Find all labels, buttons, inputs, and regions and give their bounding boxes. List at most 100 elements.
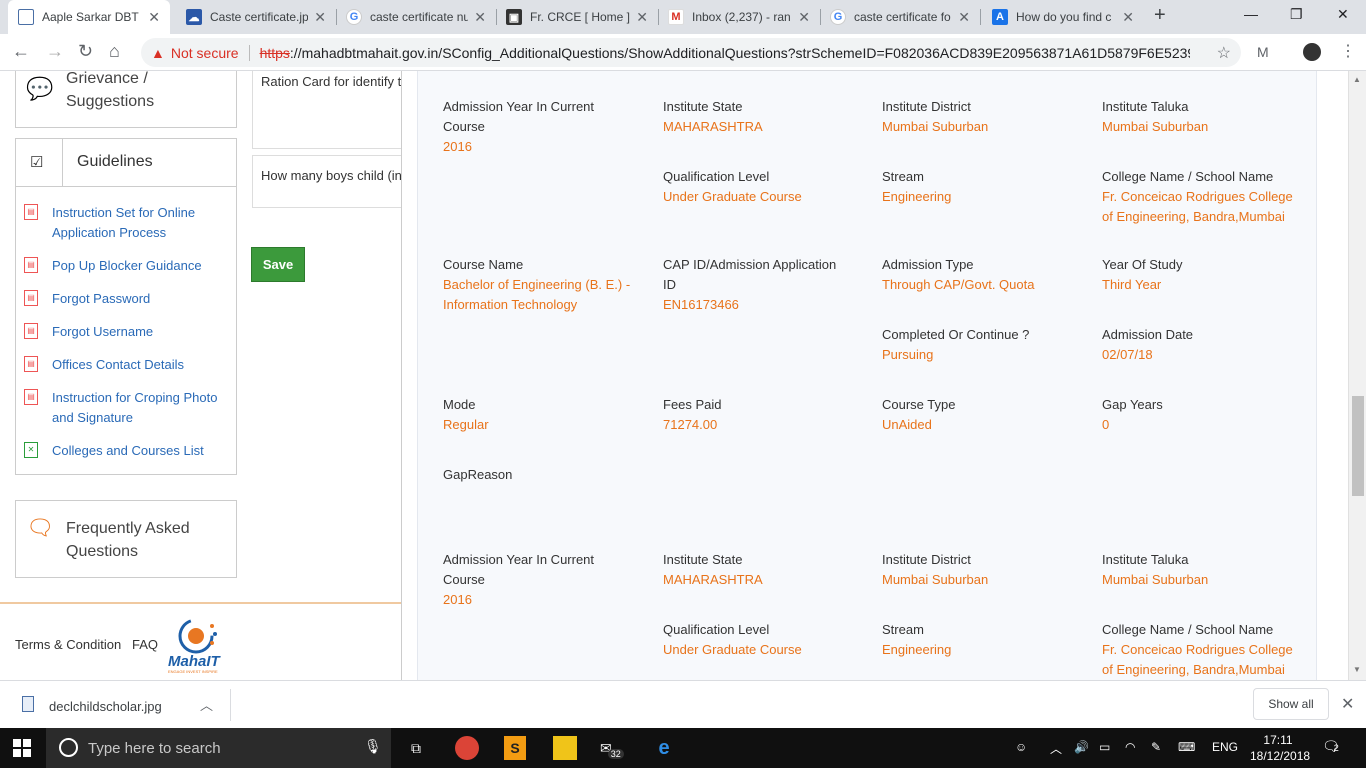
volume-icon[interactable]: 🔊 — [1074, 740, 1089, 754]
faq-box[interactable]: 🗨 Frequently Asked Questions — [15, 500, 237, 578]
guidelines-box: ☑ Guidelines ▤ Instruction Set for Onlin… — [15, 138, 237, 475]
url-text: ://mahadbtmahait.gov.in/SConfig_Addition… — [289, 44, 1190, 61]
people-icon[interactable]: ☺ — [1015, 740, 1027, 754]
question-text: Ration Card for identify t — [261, 74, 402, 89]
field-stream: Stream Engineering — [882, 169, 952, 204]
home-icon[interactable]: ⌂ — [109, 41, 120, 62]
field-qualification-level: Qualification Level Under Graduate Cours… — [663, 622, 802, 657]
scroll-down-arrow-icon[interactable]: ▼ — [1353, 665, 1361, 674]
course-details-modal: Admission Year In Current Course 2016 In… — [401, 71, 1332, 680]
guideline-item-colleges-courses[interactable]: ✕ Colleges and Courses List — [24, 441, 204, 461]
reload-icon[interactable]: ↻ — [78, 41, 93, 62]
notification-center-icon[interactable]: 🗨2 — [1322, 738, 1340, 755]
chevron-up-icon[interactable]: ︿ — [1050, 740, 1062, 757]
question-text: How many boys child (in — [261, 168, 402, 183]
task-view-icon[interactable]: ⧉ — [404, 736, 428, 760]
close-icon[interactable]: ✕ — [148, 9, 160, 26]
close-icon[interactable]: ✕ — [1122, 9, 1134, 26]
close-icon[interactable]: ✕ — [314, 9, 326, 26]
pdf-icon: ▤ — [24, 356, 38, 372]
guideline-link[interactable]: Offices Contact Details — [52, 355, 184, 375]
pen-icon[interactable]: ✎ — [1151, 740, 1161, 754]
guideline-item-forgot-password[interactable]: ▤ Forgot Password — [24, 289, 150, 309]
faq-link[interactable]: FAQ — [132, 637, 158, 652]
tab-how-do-you-find[interactable]: A How do you find c ✕ — [982, 0, 1144, 34]
guideline-item-forgot-username[interactable]: ▤ Forgot Username — [24, 322, 153, 342]
field-gap-reason: GapReason — [443, 467, 513, 482]
guideline-link[interactable]: Pop Up Blocker Guidance — [52, 256, 202, 276]
wifi-icon[interactable]: ◠ — [1125, 740, 1135, 754]
keyboard-icon[interactable]: ⌨ — [1178, 740, 1195, 754]
excel-icon: ✕ — [24, 442, 38, 458]
chrome-icon[interactable] — [455, 736, 479, 760]
field-course-name: Course Name Bachelor of Engineering (B. … — [443, 257, 631, 312]
tab-title: caste certificate fo — [854, 10, 951, 24]
tab-aaple-sarkar[interactable]: Aaple Sarkar DBT ✕ — [8, 0, 170, 34]
close-icon[interactable]: ✕ — [1341, 694, 1354, 714]
search-placeholder: Type here to search — [88, 740, 221, 757]
close-icon[interactable]: ✕ — [474, 9, 486, 26]
guideline-item-popup-blocker[interactable]: ▤ Pop Up Blocker Guidance — [24, 256, 202, 276]
guideline-link[interactable]: Forgot Password — [52, 289, 150, 309]
terms-link[interactable]: Terms & Condition — [15, 637, 121, 652]
show-all-button[interactable]: Show all — [1253, 688, 1329, 720]
tab-title: Aaple Sarkar DBT — [42, 10, 139, 24]
field-institute-state: Institute State MAHARASHTRA — [663, 552, 763, 587]
back-arrow-icon[interactable]: ← — [12, 41, 30, 62]
field-stream: Stream Engineering — [882, 622, 952, 657]
menu-dots-icon[interactable]: ⋮ — [1340, 41, 1356, 61]
scrollbar-thumb[interactable] — [1352, 396, 1364, 496]
tab-fr-crce-home[interactable]: ▣ Fr. CRCE [ Home ] ✕ — [496, 0, 658, 34]
sublime-text-icon[interactable]: S — [504, 736, 526, 760]
save-button[interactable]: Save — [251, 247, 305, 282]
taskbar-clock[interactable]: 17:11 18/12/2018 — [1250, 732, 1310, 764]
tab-separator — [980, 9, 981, 25]
guideline-link[interactable]: Instruction Set for Online Application P… — [52, 203, 195, 243]
download-filename[interactable]: declchildscholar.jpg — [49, 699, 162, 714]
tab-caste-certificate-nu[interactable]: G caste certificate nu ✕ — [336, 0, 496, 34]
guideline-link[interactable]: Instruction for Croping Photo and Signat… — [52, 388, 217, 428]
new-tab-button[interactable]: + — [1154, 4, 1166, 27]
language-indicator[interactable]: ENG — [1212, 740, 1238, 754]
restore-icon[interactable]: ❐ — [1290, 6, 1303, 23]
gmail-extension-icon[interactable]: M — [1257, 44, 1269, 60]
close-icon[interactable]: ✕ — [798, 9, 810, 26]
guideline-link[interactable]: Colleges and Courses List — [52, 441, 204, 461]
bookmark-star-icon[interactable]: ☆ — [1217, 43, 1231, 63]
mail-icon[interactable]: ✉ 32 — [600, 736, 632, 760]
taskbar-search-box[interactable]: Type here to search 🎙 — [46, 728, 391, 768]
tab-inbox[interactable]: M Inbox (2,237) - ran ✕ — [658, 0, 820, 34]
browser-tab-strip: Aaple Sarkar DBT ✕ ☁ Caste certificate.j… — [0, 0, 1366, 34]
page-scrollbar[interactable]: ▲ ▼ — [1348, 71, 1366, 680]
close-icon[interactable]: ✕ — [958, 9, 970, 26]
avatar[interactable] — [1303, 43, 1321, 61]
chevron-up-icon[interactable]: ︿ — [200, 695, 213, 714]
pdf-icon: ▤ — [24, 389, 38, 405]
windows-start-icon[interactable] — [13, 739, 31, 757]
edge-icon[interactable]: e — [652, 736, 676, 760]
grievance-label: Grievance / Suggestions — [66, 71, 155, 110]
address-bar[interactable]: ▲ Not secure https ://mahadbtmahait.gov.… — [141, 38, 1241, 67]
tab-title: caste certificate nu — [370, 10, 469, 24]
close-icon[interactable]: ✕ — [636, 9, 648, 26]
guideline-link[interactable]: Forgot Username — [52, 322, 153, 342]
guideline-item-instruction-set[interactable]: ▤ Instruction Set for Online Application… — [24, 203, 195, 243]
field-fees-paid: Fees Paid 71274.00 — [663, 397, 722, 432]
minimize-icon[interactable]: — — [1244, 6, 1258, 22]
field-institute-taluka: Institute Taluka Mumbai Suburban — [1102, 552, 1209, 587]
field-admission-date: Admission Date 02/07/18 — [1102, 327, 1194, 362]
window-close-icon[interactable]: ✕ — [1337, 6, 1349, 23]
pdf-icon: ▤ — [24, 323, 38, 339]
translate-icon: A — [992, 9, 1008, 25]
guideline-item-croping-photo[interactable]: ▤ Instruction for Croping Photo and Sign… — [24, 388, 217, 428]
scroll-up-arrow-icon[interactable]: ▲ — [1353, 75, 1361, 84]
tab-caste-certificate-jpg[interactable]: ☁ Caste certificate.jp ✕ — [176, 0, 336, 34]
grievance-box[interactable]: 💬 Grievance / Suggestions — [15, 71, 237, 128]
tab-caste-certificate-fo[interactable]: G caste certificate fo ✕ — [820, 0, 980, 34]
battery-icon[interactable]: ▭ — [1099, 740, 1110, 754]
guideline-item-offices-contact[interactable]: ▤ Offices Contact Details — [24, 355, 184, 375]
forward-arrow-icon[interactable]: → — [46, 41, 64, 62]
download-bar: declchildscholar.jpg ︿ Show all ✕ — [0, 680, 1366, 728]
file-explorer-icon[interactable] — [553, 736, 577, 760]
microphone-icon[interactable]: 🎙 — [364, 738, 382, 755]
